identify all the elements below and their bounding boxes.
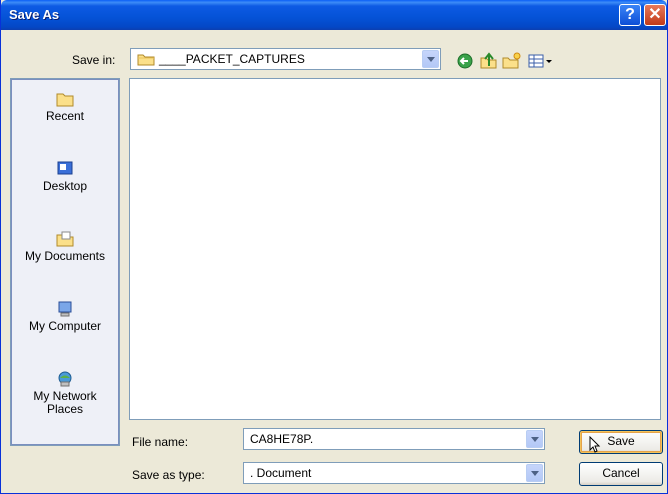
place-desktop[interactable]: Desktop (12, 160, 118, 193)
views-menu-icon[interactable] (527, 52, 555, 70)
save-in-value: ____PACKET_CAPTURES (159, 52, 305, 66)
network-places-icon (58, 371, 72, 387)
help-button[interactable]: ? (619, 4, 641, 26)
place-my-computer[interactable]: My Computer (12, 300, 118, 333)
chevron-down-icon[interactable] (526, 430, 543, 448)
place-recent[interactable]: Recent (12, 90, 118, 123)
desktop-icon (57, 161, 73, 175)
recent-icon (56, 93, 74, 107)
close-button[interactable]: ✕ (644, 4, 666, 26)
file-name-label: File name: (132, 435, 189, 449)
file-name-input[interactable]: CA8HE78P. (243, 428, 545, 450)
new-folder-icon[interactable] (502, 52, 522, 70)
save-as-dialog: Save As ? ✕ Save in: ____PACKET_CAPTURES (0, 0, 668, 494)
places-bar: Recent Desktop My Documents My Computer … (10, 78, 120, 446)
place-network[interactable]: My Network Places (12, 370, 118, 416)
save-as-type-dropdown[interactable]: . Document (243, 462, 545, 484)
window-title: Save As (9, 7, 60, 22)
save-as-type-label: Save as type: (132, 468, 205, 482)
back-icon[interactable] (456, 52, 476, 70)
save-in-label: Save in: (72, 53, 116, 67)
title-bar[interactable]: Save As ? ✕ (1, 0, 667, 30)
save-as-type-value: . Document (250, 466, 312, 480)
chevron-down-icon[interactable] (526, 464, 543, 482)
cancel-button[interactable]: Cancel (579, 462, 663, 486)
save-in-dropdown[interactable]: ____PACKET_CAPTURES (130, 48, 441, 70)
place-my-documents[interactable]: My Documents (12, 230, 118, 263)
mouse-cursor-icon (589, 436, 601, 453)
my-computer-icon (58, 301, 72, 317)
my-documents-icon (56, 231, 74, 247)
up-folder-icon[interactable] (479, 52, 499, 70)
chevron-down-icon[interactable] (422, 50, 439, 68)
file-list[interactable] (129, 78, 661, 420)
file-name-value: CA8HE78P. (250, 432, 314, 446)
folder-icon (137, 54, 155, 66)
